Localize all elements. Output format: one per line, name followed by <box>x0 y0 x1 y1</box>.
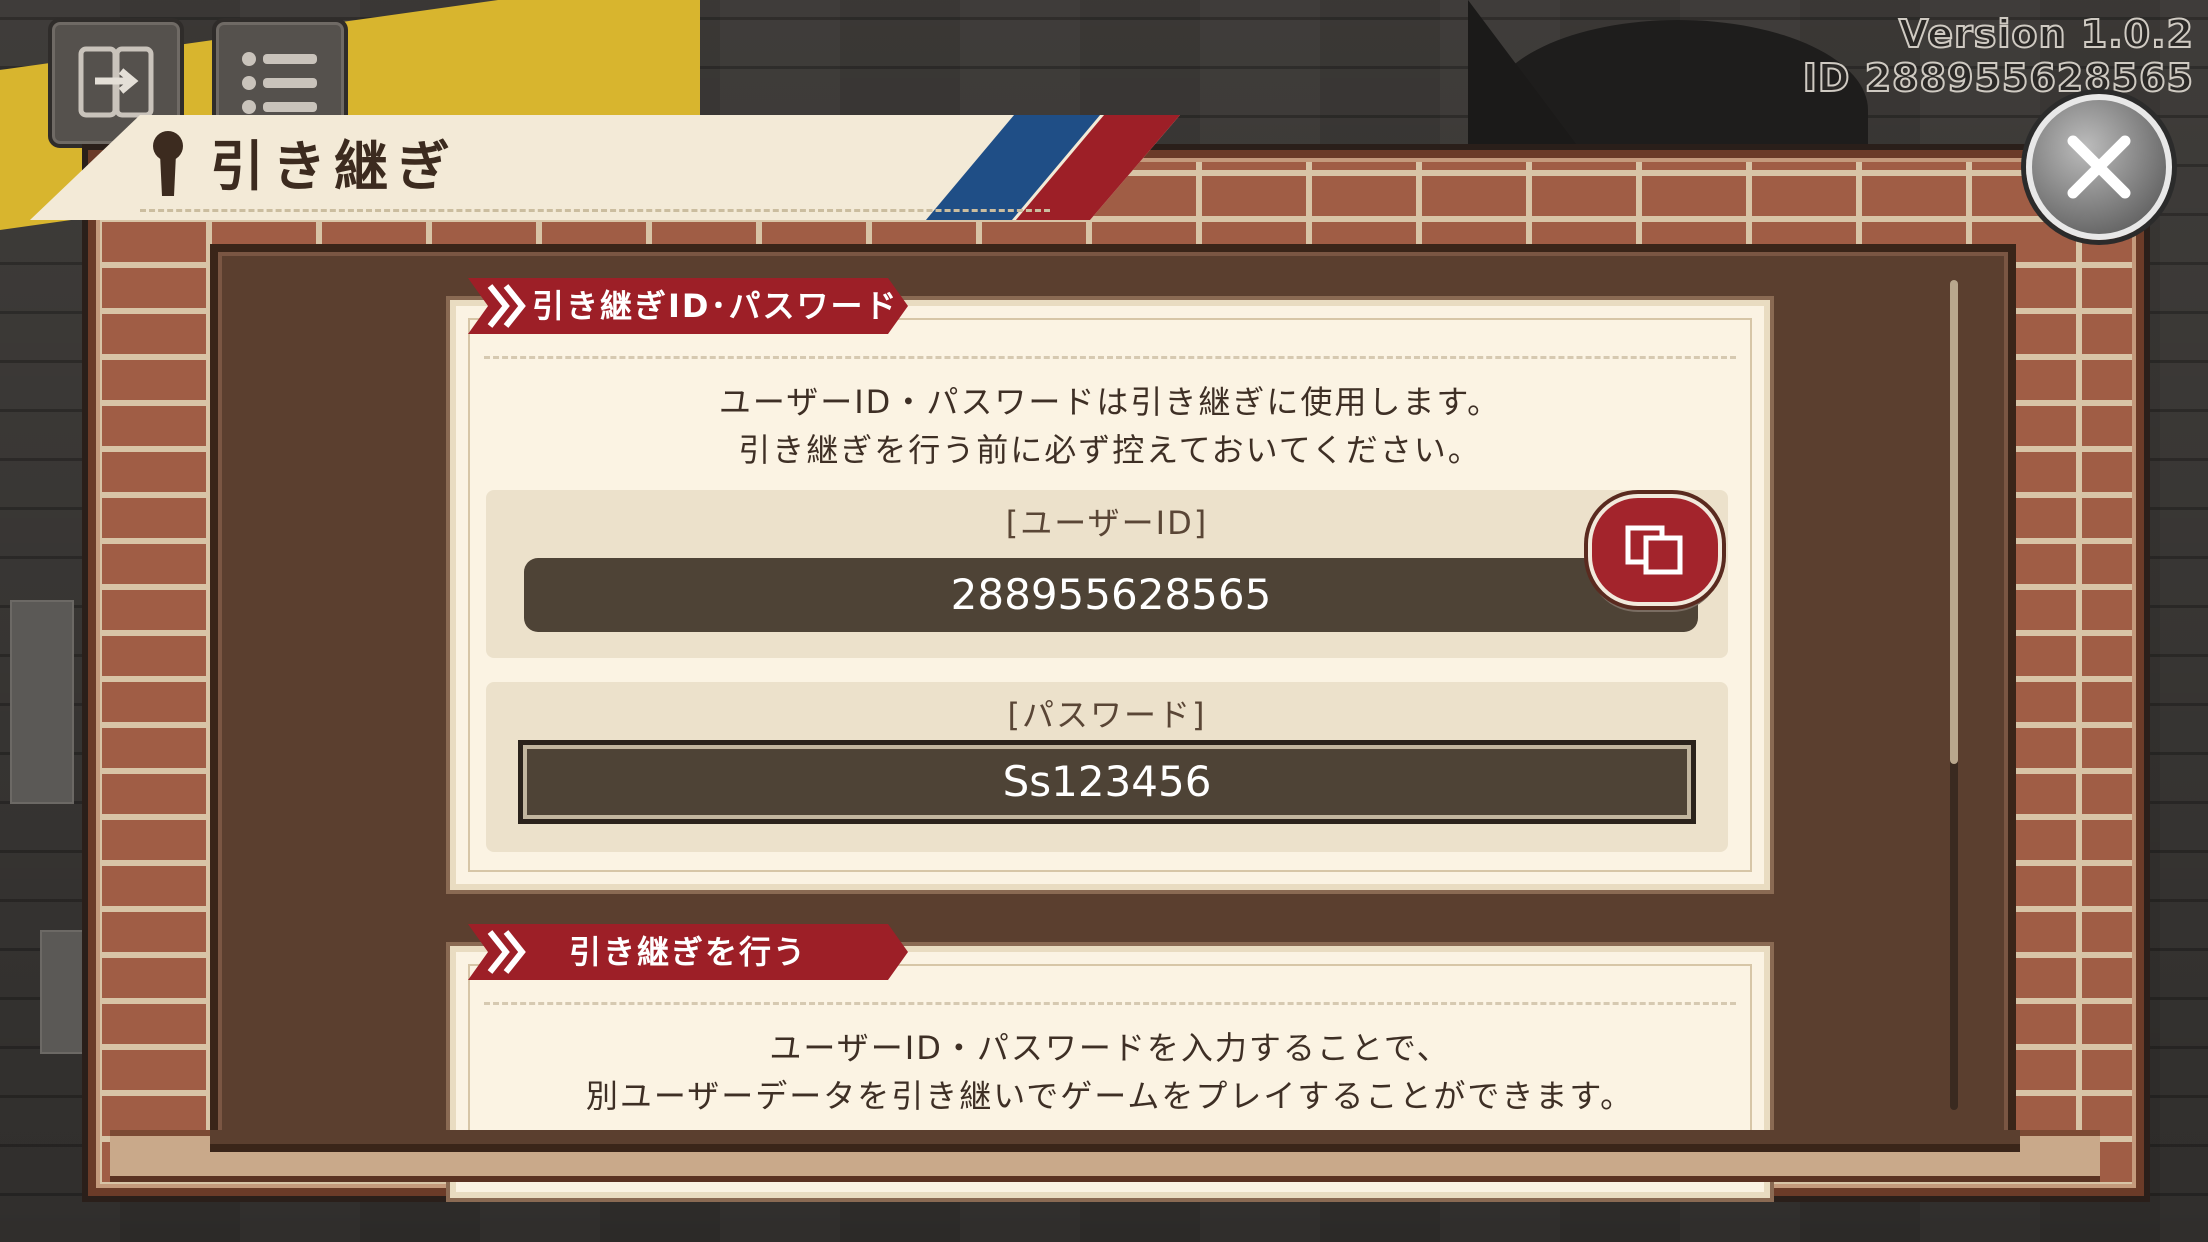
section-tag-label: 引き継ぎを行う <box>568 933 807 971</box>
copy-id-button[interactable] <box>1588 494 1722 606</box>
divider <box>484 1002 1736 1005</box>
password-group: [パスワード] Ss123456 <box>486 682 1728 852</box>
divider <box>484 356 1736 359</box>
panel-content-bottom-edge <box>210 1130 2020 1152</box>
password-field[interactable]: Ss123456 <box>518 740 1696 824</box>
scrollbar-thumb[interactable] <box>1950 280 1958 764</box>
section-tag-id-password: 引き継ぎID･パスワード <box>468 278 908 334</box>
description-line: ユーザーID・パスワードは引き継ぎに使用します。 <box>718 383 1502 421</box>
transfer-phone-icon <box>78 46 154 118</box>
title-banner <box>30 115 1180 220</box>
description-line: ユーザーID・パスワードを入力することで、 <box>769 1029 1451 1067</box>
user-id-label: [ユーザーID] <box>1005 504 1209 542</box>
section-tag-perform-transfer: 引き継ぎを行う <box>468 924 908 980</box>
background-paper <box>40 930 84 1054</box>
copy-icon <box>1625 525 1683 575</box>
user-id-field[interactable]: 288955628565 <box>524 558 1698 632</box>
keyhole-icon <box>153 131 183 196</box>
close-icon <box>2067 135 2131 199</box>
id-password-card: ユーザーID・パスワードは引き継ぎに使用します。 引き継ぎを行う前に必ず控えてお… <box>450 300 1770 890</box>
description-line: 引き継ぎを行う前に必ず控えておいてください。 <box>738 431 1482 469</box>
description-line: 別ユーザーデータを引き継いでゲームをプレイすることができます。 <box>585 1077 1635 1115</box>
version-info: Version 1.0.2 ID 288955628565 <box>1802 11 2194 101</box>
perform-transfer-description: ユーザーID・パスワードを入力することで、 別ユーザーデータを引き継いでゲームを… <box>456 1024 1764 1120</box>
user-id-group: [ユーザーID] 288955628565 <box>486 490 1728 658</box>
page-title: 引き継ぎ <box>210 135 458 198</box>
id-label: ID 288955628565 <box>1802 55 2194 101</box>
version-label: Version 1.0.2 <box>1898 11 2194 57</box>
menu-list-icon <box>242 52 317 114</box>
id-password-description: ユーザーID・パスワードは引き継ぎに使用します。 引き継ぎを行う前に必ず控えてお… <box>456 378 1764 474</box>
section-tag-label: 引き継ぎID･パスワード <box>532 287 899 325</box>
background-paper <box>10 600 74 804</box>
panel-base-trim <box>110 1152 2100 1182</box>
password-label: [パスワード] <box>1007 696 1207 734</box>
close-button[interactable] <box>2026 94 2172 240</box>
